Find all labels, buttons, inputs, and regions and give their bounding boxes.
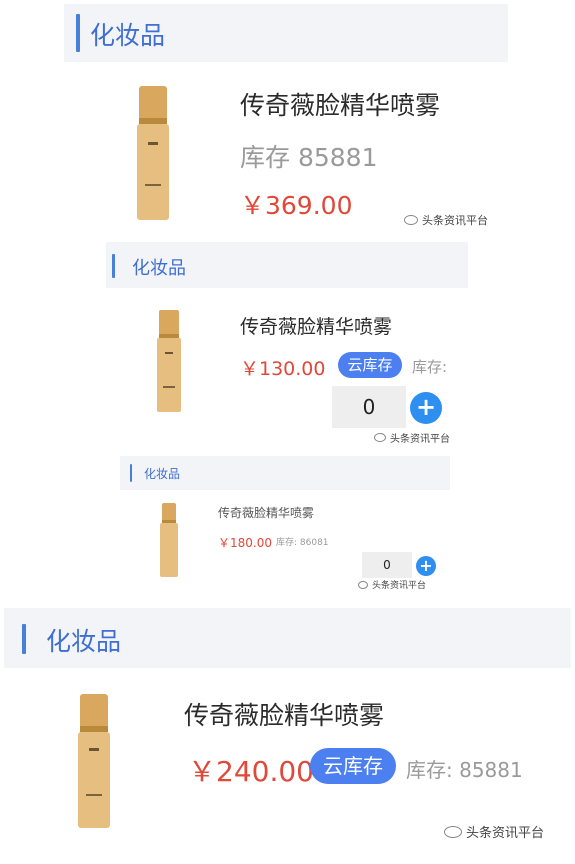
product-name[interactable]: 传奇薇脸精华喷雾 [240,312,392,339]
stock-label: 库存: [412,358,448,376]
product-price: ￥130.00 [240,358,326,380]
quantity-input[interactable]: 0 [332,386,406,428]
watermark-logo-icon [404,215,418,225]
watermark: 头条资讯平台 [358,578,426,591]
plus-icon[interactable]: + [416,556,436,576]
product-card-3: 化妆品 传奇薇脸精华喷雾 ￥180.00 库存: 86081 0 + 头条资讯平… [120,456,450,596]
category-title: 化妆品 [90,21,166,50]
cloud-stock-badge[interactable]: 云库存 [310,748,396,784]
watermark-text: 头条资讯平台 [372,581,427,591]
product-price: ￥180.00 [218,536,272,550]
plus-icon[interactable]: + [410,392,442,424]
cloud-stock-badge[interactable]: 云库存 [338,352,402,378]
category-title: 化妆品 [144,467,181,481]
category-title: 化妆品 [132,258,186,279]
product-bottle-image[interactable] [132,84,174,224]
product-bottle-image[interactable] [158,502,180,578]
watermark-logo-icon [358,580,368,589]
product-bottle-image[interactable] [74,692,114,832]
watermark: 头条资讯平台 [374,430,450,445]
category-accent-bar [130,464,132,482]
product-name[interactable]: 传奇薇脸精华喷雾 [184,696,384,732]
product-name[interactable]: 传奇薇脸精华喷雾 [218,504,314,521]
watermark: 头条资讯平台 [444,822,544,841]
category-accent-bar [112,254,115,278]
category-accent-bar [22,624,26,654]
stock-label: 库存: 85881 [406,758,523,782]
category-title: 化妆品 [46,627,122,656]
product-bottle-image[interactable] [154,308,184,414]
stock-label: 库存: 86081 [276,538,329,548]
watermark: 头条资讯平台 [404,212,488,228]
watermark-logo-icon [374,433,386,442]
watermark-text: 头条资讯平台 [422,214,488,227]
product-price: ￥369.00 [240,191,353,220]
watermark-text: 头条资讯平台 [390,434,450,445]
product-card-2: 化妆品 传奇薇脸精华喷雾 ￥130.00 云库存 库存: 0 + 头条资讯平台 [106,242,468,446]
quantity-input[interactable]: 0 [362,552,412,578]
category-accent-bar [76,14,80,52]
product-price: ￥240.00 [188,755,314,788]
product-card-1: 化妆品 传奇薇脸精华喷雾 库存 85881 ￥369.00 头条资讯平台 [64,4,508,238]
stock-label: 库存 85881 [240,143,378,172]
product-name[interactable]: 传奇薇脸精华喷雾 [240,86,440,122]
product-card-4: 化妆品 传奇薇脸精华喷雾 ￥240.00 云库存 库存: 85881 头条资讯平… [0,608,575,864]
watermark-text: 头条资讯平台 [466,826,545,841]
watermark-logo-icon [444,825,462,838]
